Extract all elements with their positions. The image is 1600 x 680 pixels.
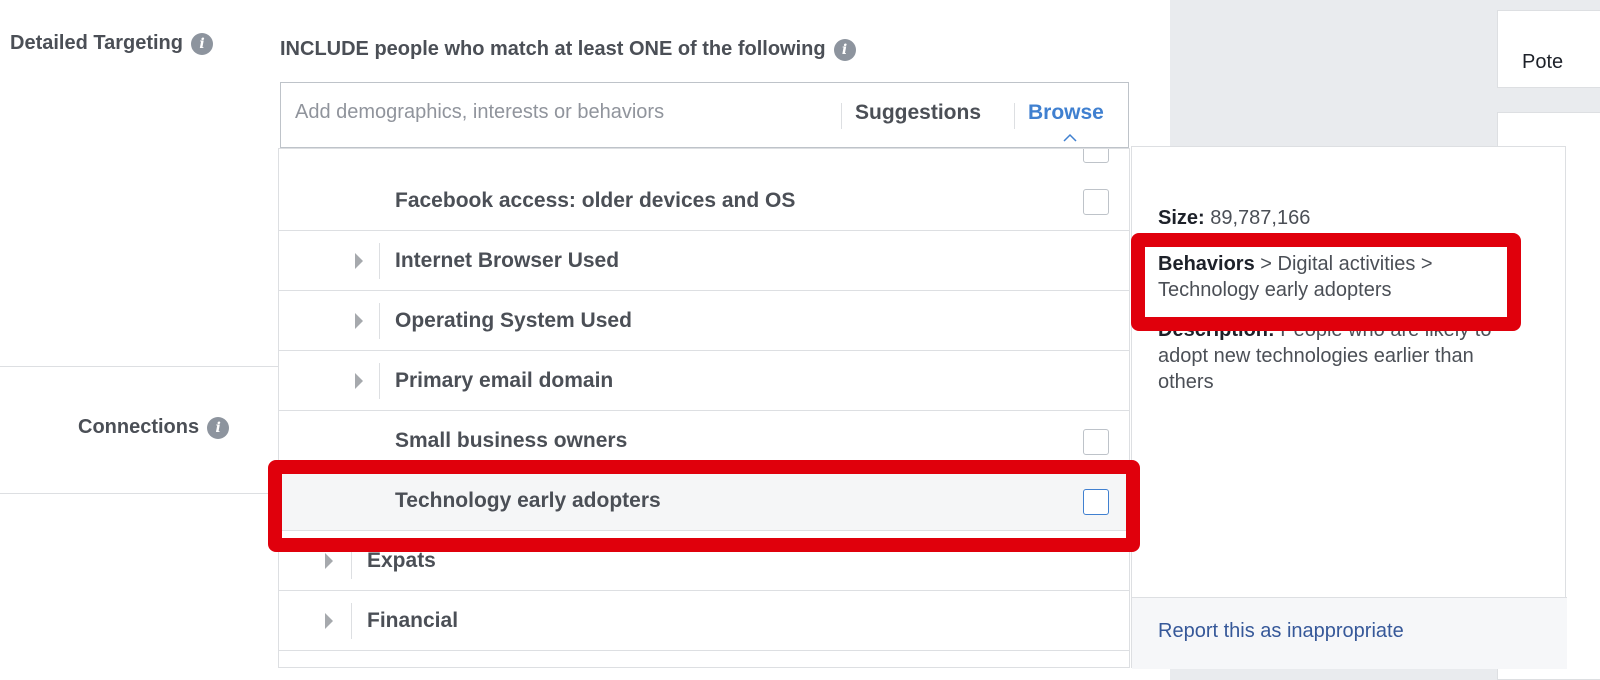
connections-text: Connections <box>78 416 200 438</box>
list-item-label: Financial <box>367 609 459 632</box>
expand-arrow-icon[interactable] <box>355 373 363 389</box>
include-heading-text: INCLUDE people who match at least ONE of… <box>280 38 826 60</box>
size-value: 89,787,166 <box>1210 207 1311 229</box>
list-item-label: Facebook access: older devices and OS <box>395 189 796 212</box>
suggestions-button[interactable]: Suggestions <box>855 101 981 125</box>
item-checkbox[interactable] <box>1083 149 1109 163</box>
divider <box>1014 103 1015 129</box>
potential-reach-partial-text: Pote <box>1522 51 1564 73</box>
expand-arrow-icon[interactable] <box>325 613 333 629</box>
section-divider <box>0 493 278 494</box>
list-item[interactable]: Financial <box>279 591 1129 651</box>
divider <box>351 543 352 579</box>
item-details-panel: Size: 89,787,166 Behaviors > Digital act… <box>1131 146 1567 669</box>
include-heading: INCLUDE people who match at least ONE of… <box>280 38 856 61</box>
category-path: Behaviors > Digital activities > Technol… <box>1158 251 1528 303</box>
potential-reach-card: Pote <box>1497 10 1600 88</box>
connections-label: Connections i <box>78 416 230 439</box>
item-checkbox[interactable] <box>1083 429 1109 455</box>
divider <box>841 103 842 129</box>
report-inappropriate-link[interactable]: Report this as inappropriate <box>1158 620 1404 643</box>
info-icon[interactable]: i <box>207 416 230 439</box>
list-item[interactable]: Operating System Used <box>279 291 1129 351</box>
list-item-label: Technology early adopters <box>395 489 661 512</box>
list-item-label: Primary email domain <box>395 369 614 392</box>
browse-button[interactable]: Browse <box>1028 101 1104 125</box>
divider <box>351 603 352 639</box>
info-icon[interactable]: i <box>191 32 213 55</box>
divider <box>379 363 380 399</box>
list-item-label: Small business owners <box>395 429 628 452</box>
details-body: Size: 89,787,166 Behaviors > Digital act… <box>1158 205 1528 395</box>
list-item[interactable]: Expats <box>279 531 1129 591</box>
list-item[interactable]: Internet Browser Used <box>279 231 1129 291</box>
list-item[interactable]: Small business owners <box>279 411 1129 471</box>
expand-arrow-icon[interactable] <box>355 313 363 329</box>
list-item-label: Operating System Used <box>395 309 632 332</box>
targeting-search-box: Suggestions Browse <box>280 82 1129 148</box>
audience-size: Size: 89,787,166 <box>1158 205 1528 231</box>
divider <box>379 243 380 279</box>
list-item[interactable]: Facebook access: older devices and OS <box>279 171 1129 231</box>
detailed-targeting-label: Detailed Targeting i <box>10 32 213 55</box>
expand-arrow-icon[interactable] <box>325 553 333 569</box>
description: Description: People who are likely to ad… <box>1158 317 1528 395</box>
section-divider <box>0 366 278 367</box>
detailed-targeting-text: Detailed Targeting <box>10 32 183 54</box>
description-label: Description: <box>1158 319 1275 341</box>
targeting-search-input[interactable] <box>295 101 835 124</box>
browse-dropdown-list: Facebook access: older devices and OS In… <box>278 148 1130 668</box>
details-footer: Report this as inappropriate <box>1132 597 1567 669</box>
info-icon[interactable]: i <box>833 38 856 61</box>
path-root: Behaviors <box>1158 253 1255 275</box>
list-item-selected[interactable]: Technology early adopters <box>279 471 1129 531</box>
item-checkbox[interactable] <box>1083 489 1109 515</box>
divider <box>379 303 380 339</box>
size-label: Size: <box>1158 207 1205 229</box>
list-item-label: Expats <box>367 549 436 572</box>
list-item[interactable]: Primary email domain <box>279 351 1129 411</box>
chevron-up-icon <box>1063 133 1077 142</box>
expand-arrow-icon[interactable] <box>355 253 363 269</box>
item-checkbox[interactable] <box>1083 189 1109 215</box>
list-item-label: Internet Browser Used <box>395 249 620 272</box>
